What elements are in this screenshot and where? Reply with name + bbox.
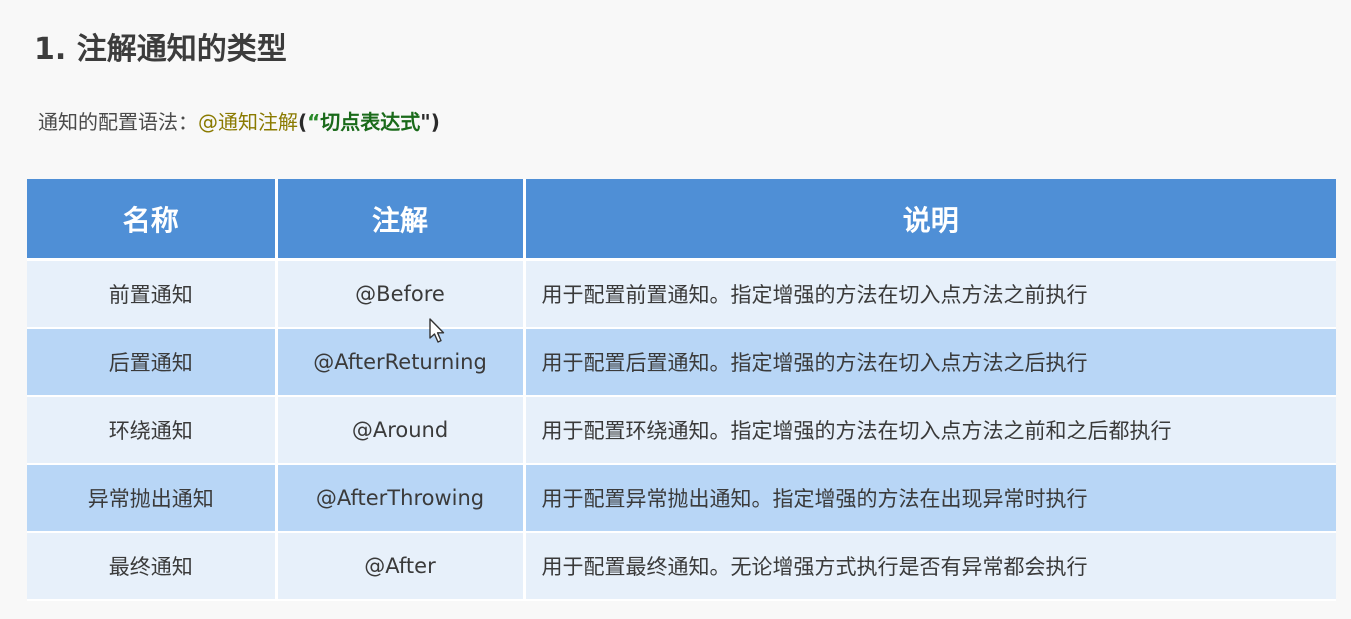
advice-annotation: @Around (276, 396, 526, 465)
advice-annotation: @After (276, 532, 526, 601)
advice-annotation: @AfterThrowing (276, 464, 526, 533)
table-row: 异常抛出通知 @AfterThrowing 用于配置异常抛出通知。指定增强的方法… (27, 464, 1336, 533)
table-row: 后置通知 @AfterReturning 用于配置后置通知。指定增强的方法在切入… (27, 328, 1336, 397)
table-row: 环绕通知 @Around 用于配置环绕通知。指定增强的方法在切入点方法之前和之后… (27, 396, 1336, 465)
table-row: 前置通知 @Before 用于配置前置通知。指定增强的方法在切入点方法之前执行 (27, 259, 1336, 329)
advice-name: 后置通知 (27, 328, 278, 397)
syntax-prefix: 通知的配置语法： (38, 110, 198, 134)
syntax-close-paren: ) (430, 110, 440, 134)
advice-annotation: @AfterReturning (276, 328, 526, 397)
advice-description: 用于配置最终通知。无论增强方式执行是否有异常都会执行 (524, 532, 1336, 601)
advice-name: 环绕通知 (27, 396, 278, 465)
header-description: 说明 (524, 179, 1336, 261)
syntax-quote-close: " (420, 110, 431, 134)
advice-description: 用于配置环绕通知。指定增强的方法在切入点方法之前和之后都执行 (524, 396, 1336, 465)
advice-annotation: @Before (276, 259, 526, 329)
syntax-open-paren: ( (298, 110, 308, 134)
header-annotation: 注解 (276, 179, 526, 261)
syntax-quote-open: “ (307, 110, 321, 134)
syntax-annotation: @通知注解 (198, 110, 298, 134)
advice-name: 最终通知 (27, 532, 278, 601)
syntax-line: 通知的配置语法：@通知注解(“切点表达式") (38, 106, 440, 135)
mouse-pointer-icon (429, 318, 445, 343)
advice-description: 用于配置后置通知。指定增强的方法在切入点方法之后执行 (524, 328, 1336, 397)
table-header-row: 名称 注解 说明 (27, 179, 1336, 261)
page-title: 1. 注解通知的类型 (34, 32, 287, 67)
advice-types-table: 名称 注解 说明 前置通知 @Before 用于配置前置通知。指定增强的方法在切… (27, 179, 1336, 601)
advice-name: 异常抛出通知 (27, 464, 278, 533)
advice-name: 前置通知 (27, 259, 278, 329)
table-row: 最终通知 @After 用于配置最终通知。无论增强方式执行是否有异常都会执行 (27, 532, 1336, 601)
advice-description: 用于配置前置通知。指定增强的方法在切入点方法之前执行 (524, 259, 1336, 329)
syntax-pointcut: 切点表达式 (320, 110, 421, 134)
advice-description: 用于配置异常抛出通知。指定增强的方法在出现异常时执行 (524, 464, 1336, 533)
header-name: 名称 (27, 179, 278, 261)
